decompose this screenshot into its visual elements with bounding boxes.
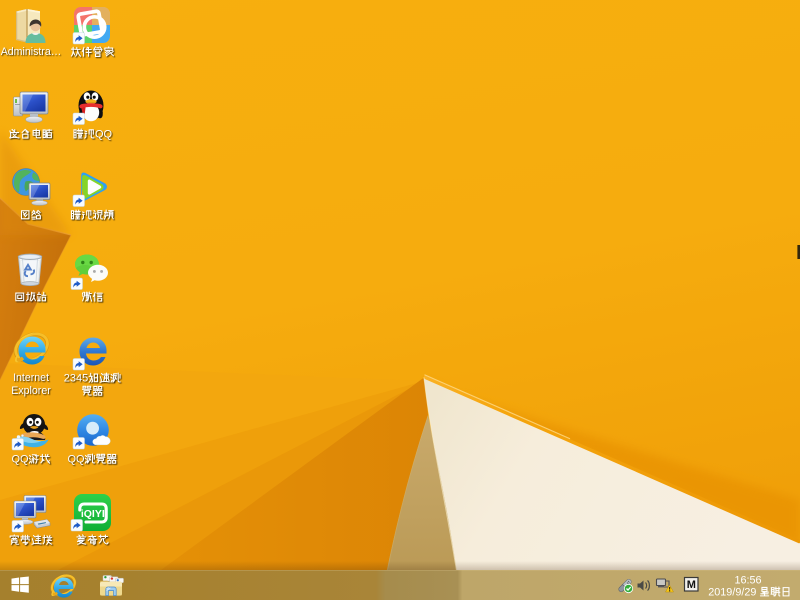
svg-text:2345: 2345 [64, 373, 88, 385]
svg-text:Administra…: Administra… [1, 46, 62, 58]
svg-text:16:56: 16:56 [734, 575, 761, 587]
svg-text:QQ: QQ [68, 454, 86, 466]
svg-text:iQIYI: iQIYI [81, 508, 105, 520]
svg-text:2019/9/29: 2019/9/29 [708, 586, 756, 598]
svg-text:Explorer: Explorer [11, 385, 51, 397]
svg-text:QQ: QQ [95, 129, 113, 141]
svg-text:M: M [687, 579, 696, 591]
svg-text:Internet: Internet [13, 372, 49, 384]
svg-text:QQ: QQ [12, 454, 30, 466]
